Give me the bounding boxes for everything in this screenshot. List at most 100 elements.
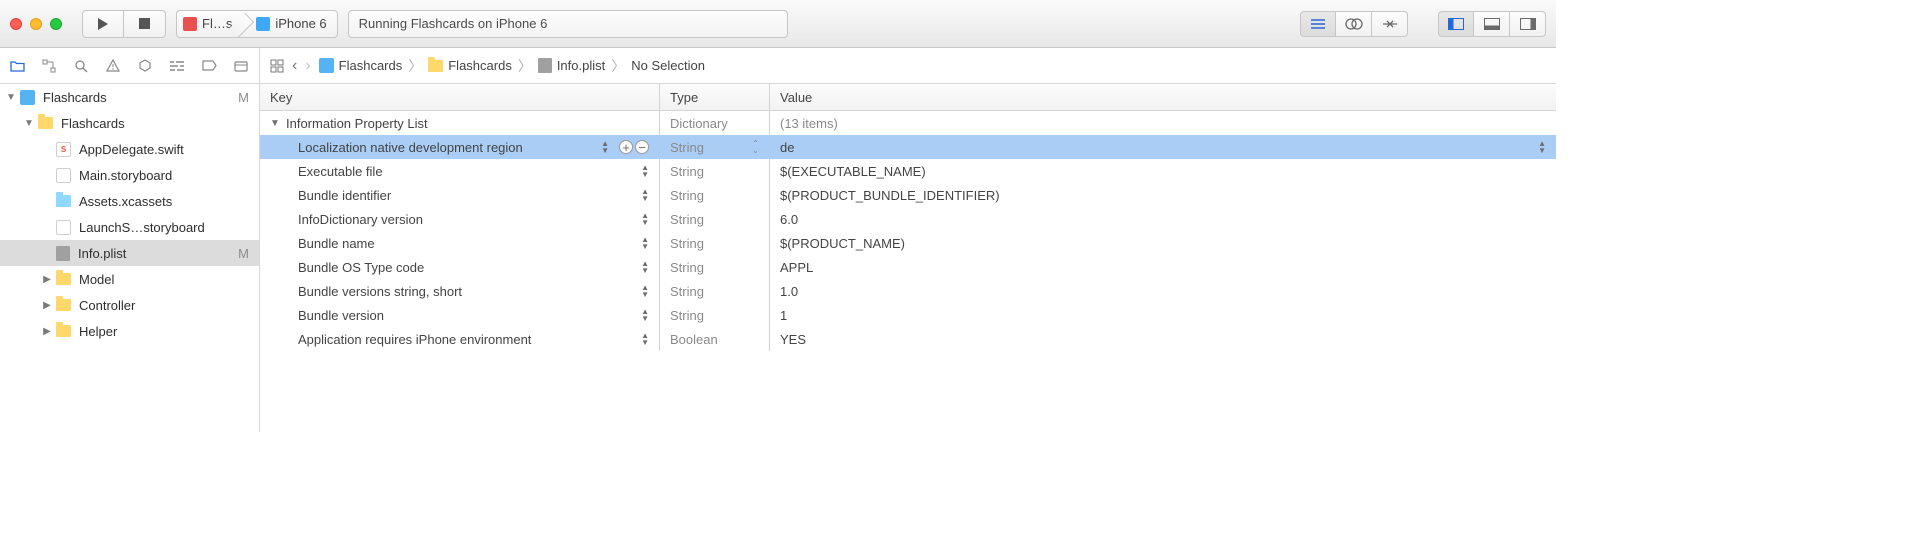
project-icon: [20, 90, 35, 105]
folder-icon: [428, 60, 443, 72]
disclosure-triangle-icon[interactable]: ▼: [24, 118, 34, 129]
plist-row[interactable]: Bundle OS Type code▲▼StringAPPL: [260, 255, 1556, 279]
titlebar: Fl…s iPhone 6 Running Flashcards on iPho…: [0, 0, 1556, 48]
tree-row[interactable]: SAppDelegate.swift: [0, 136, 259, 162]
debug-navigator-tab[interactable]: [168, 57, 186, 75]
toggle-navigator-button[interactable]: [1438, 11, 1474, 37]
plist-value[interactable]: de: [780, 140, 794, 155]
toggle-inspector-button[interactable]: [1510, 11, 1546, 37]
plist-row[interactable]: Bundle versions string, short▲▼String1.0: [260, 279, 1556, 303]
plist-type: String: [670, 236, 704, 251]
toggle-debug-area-button[interactable]: [1474, 11, 1510, 37]
disclosure-triangle-icon[interactable]: ▼: [270, 118, 280, 129]
key-stepper[interactable]: ▲▼: [641, 164, 649, 178]
tree-row[interactable]: ▶ Controller: [0, 292, 259, 318]
plist-row[interactable]: Bundle name▲▼String$(PRODUCT_NAME): [260, 231, 1556, 255]
search-navigator-tab[interactable]: [72, 57, 90, 75]
scm-status-badge: M: [238, 90, 249, 105]
plist-row[interactable]: Bundle identifier▲▼String$(PRODUCT_BUNDL…: [260, 183, 1556, 207]
plist-header: Key Type Value: [260, 84, 1556, 111]
jump-bar-item[interactable]: Info.plist: [538, 58, 605, 73]
add-row-button[interactable]: +: [619, 140, 633, 154]
key-stepper[interactable]: ▲▼: [641, 212, 649, 226]
disclosure-triangle-icon[interactable]: ▶: [42, 326, 52, 337]
tree-row[interactable]: Info.plistM: [0, 240, 259, 266]
tree-row[interactable]: ▶Helper: [0, 318, 259, 344]
standard-editor-button[interactable]: [1300, 11, 1336, 37]
tree-row[interactable]: ▶Model: [0, 266, 259, 292]
related-items-button[interactable]: [270, 59, 284, 73]
tree-label: Flashcards: [61, 116, 125, 131]
plist-row[interactable]: Application requires iPhone environment ▲…: [260, 327, 1556, 351]
plist-root-row[interactable]: ▼Information Property ListDictionary(13 …: [260, 111, 1556, 135]
tree-label: Controller: [79, 298, 135, 313]
tree-row[interactable]: ▼FlashcardsM: [0, 84, 259, 110]
remove-row-button[interactable]: −: [635, 140, 649, 154]
app-icon: [183, 17, 197, 31]
scm-status-badge: M: [238, 246, 249, 261]
back-button[interactable]: ‹: [292, 57, 297, 75]
value-stepper[interactable]: ▲▼: [1538, 140, 1546, 154]
plist-key: Bundle name: [298, 236, 375, 251]
plist-value: $(PRODUCT_BUNDLE_IDENTIFIER): [780, 188, 1000, 203]
tree-label: AppDelegate.swift: [79, 142, 184, 157]
column-key[interactable]: Key: [260, 84, 660, 110]
type-stepper[interactable]: ⌃⌄: [752, 140, 759, 154]
zoom-window-button[interactable]: [50, 18, 62, 30]
minimize-window-button[interactable]: [30, 18, 42, 30]
tree-row[interactable]: Main.storyboard: [0, 162, 259, 188]
close-window-button[interactable]: [10, 18, 22, 30]
issue-navigator-tab[interactable]: [104, 57, 122, 75]
project-navigator-tab[interactable]: [8, 57, 26, 75]
column-type[interactable]: Type: [660, 84, 770, 110]
jump-bar-item[interactable]: Flashcards: [319, 58, 403, 73]
project-icon: [319, 58, 334, 73]
disclosure-triangle-icon[interactable]: ▼: [6, 92, 16, 103]
plist-key: Information Property List: [286, 116, 428, 131]
disclosure-triangle-icon[interactable]: ▶: [42, 274, 52, 285]
key-stepper[interactable]: ▲▼: [641, 332, 649, 346]
column-value[interactable]: Value: [770, 84, 1556, 110]
key-stepper[interactable]: ▲▼: [641, 260, 649, 274]
plist-key: Executable file: [298, 164, 383, 179]
plist-file-icon: [56, 246, 70, 261]
forward-button[interactable]: ›: [305, 57, 310, 75]
folder-icon: [56, 299, 71, 311]
jump-bar-item[interactable]: No Selection: [631, 58, 705, 73]
chevron-right-icon: 〉: [408, 56, 422, 76]
tree-row[interactable]: ▼ Flashcards: [0, 110, 259, 136]
key-stepper[interactable]: ▲▼: [641, 284, 649, 298]
stop-button[interactable]: [124, 10, 166, 38]
symbol-navigator-tab[interactable]: [40, 57, 58, 75]
key-stepper[interactable]: ▲▼: [641, 188, 649, 202]
window-controls: [10, 18, 62, 30]
tree-row[interactable]: Assets.xcassets: [0, 188, 259, 214]
run-button[interactable]: [82, 10, 124, 38]
plist-key: Application requires iPhone environment: [298, 332, 531, 347]
key-stepper[interactable]: ▲▼: [601, 140, 609, 154]
chevron-right-icon: 〉: [518, 56, 532, 76]
disclosure-triangle-icon[interactable]: ▶: [42, 300, 52, 311]
editor-mode-segment: [1300, 11, 1408, 37]
plist-key: InfoDictionary version: [298, 212, 423, 227]
plist-key: Bundle OS Type code: [298, 260, 424, 275]
plist-row[interactable]: Bundle version▲▼String1: [260, 303, 1556, 327]
plist-row[interactable]: InfoDictionary version▲▼String6.0: [260, 207, 1556, 231]
plist-row[interactable]: Localization native development region▲▼…: [260, 135, 1556, 159]
key-stepper[interactable]: ▲▼: [641, 308, 649, 322]
jump-bar-item[interactable]: Flashcards: [428, 58, 512, 73]
plist-type: String: [670, 140, 704, 155]
plist-value: (13 items): [780, 116, 838, 131]
key-stepper[interactable]: ▲▼: [641, 236, 649, 250]
report-navigator-tab[interactable]: [232, 57, 250, 75]
test-navigator-tab[interactable]: [136, 57, 154, 75]
scheme-selector[interactable]: Fl…s iPhone 6: [176, 10, 338, 38]
project-navigator: ▼FlashcardsM▼FlashcardsSAppDelegate.swif…: [0, 84, 260, 432]
assistant-editor-button[interactable]: [1336, 11, 1372, 37]
tree-row[interactable]: LaunchS…storyboard: [0, 214, 259, 240]
plist-value: 6.0: [780, 212, 798, 227]
version-editor-button[interactable]: [1372, 11, 1408, 37]
breakpoint-navigator-tab[interactable]: [200, 57, 218, 75]
jump-bar-label: No Selection: [631, 58, 705, 73]
plist-row[interactable]: Executable file▲▼String$(EXECUTABLE_NAME…: [260, 159, 1556, 183]
